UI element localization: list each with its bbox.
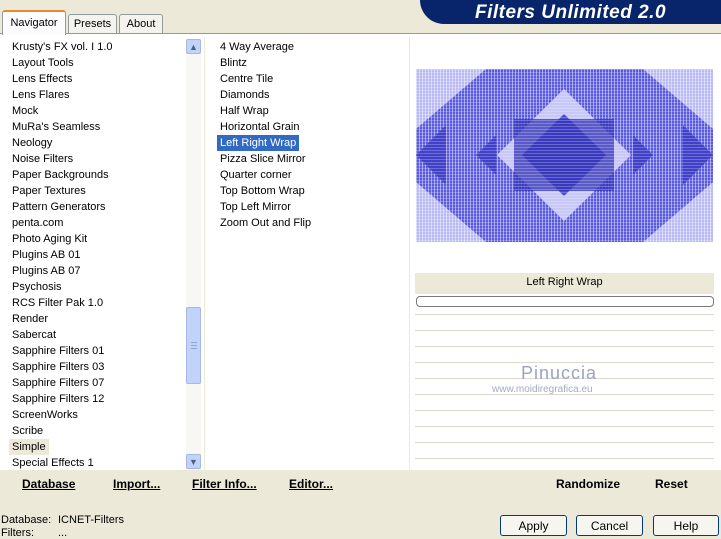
category-item[interactable]: Simple bbox=[9, 439, 49, 455]
parameter-row bbox=[415, 346, 714, 359]
parameter-row bbox=[415, 426, 714, 439]
filter-item[interactable]: Horizontal Grain bbox=[217, 119, 302, 135]
reset-button[interactable]: Reset bbox=[655, 477, 688, 491]
category-item[interactable]: ScreenWorks bbox=[9, 407, 81, 423]
filter-info-button[interactable]: Filter Info... bbox=[192, 477, 257, 491]
category-item[interactable]: Krusty's FX vol. I 1.0 bbox=[9, 39, 116, 55]
status-filters-value: ... bbox=[58, 527, 68, 539]
category-item[interactable]: Mock bbox=[9, 103, 41, 119]
category-item[interactable]: Sapphire Filters 01 bbox=[9, 343, 107, 359]
filter-item[interactable]: Pizza Slice Mirror bbox=[217, 151, 309, 167]
watermark-url: www.moidiregrafica.eu bbox=[492, 384, 593, 395]
filter-preview-image bbox=[416, 69, 713, 242]
tab-presets[interactable]: Presets bbox=[68, 14, 117, 33]
filter-list[interactable]: 4 Way Average Blintz Centre Tile Diamonds Ha… bbox=[217, 38, 405, 238]
filter-item[interactable]: 4 Way Average bbox=[217, 39, 297, 55]
list-divider bbox=[409, 37, 410, 470]
category-item[interactable]: Paper Textures bbox=[9, 183, 89, 199]
category-item[interactable]: Scribe bbox=[9, 423, 46, 439]
category-item[interactable]: Render bbox=[9, 311, 51, 327]
parameter-row bbox=[415, 394, 714, 407]
filter-item[interactable]: Diamonds bbox=[217, 87, 273, 103]
banner-title: Filters Unlimited 2.0 bbox=[474, 2, 667, 23]
filter-item[interactable]: Half Wrap bbox=[217, 103, 272, 119]
parameter-row bbox=[415, 442, 714, 455]
filter-item[interactable]: Top Left Mirror bbox=[217, 199, 294, 215]
database-button[interactable]: Database bbox=[22, 477, 75, 491]
category-item[interactable]: Sapphire Filters 07 bbox=[9, 375, 107, 391]
category-item[interactable]: RCS Filter Pak 1.0 bbox=[9, 295, 106, 311]
status-database-label: Database: bbox=[1, 514, 52, 526]
filter-item[interactable]: Top Bottom Wrap bbox=[217, 183, 308, 199]
category-item[interactable]: Neology bbox=[9, 135, 55, 151]
apply-button[interactable]: Apply bbox=[500, 515, 567, 536]
parameter-row bbox=[415, 330, 714, 343]
filter-item[interactable]: Blintz bbox=[217, 55, 250, 71]
category-item[interactable]: Paper Backgrounds bbox=[9, 167, 112, 183]
randomize-button[interactable]: Randomize bbox=[556, 477, 620, 491]
list-divider bbox=[204, 37, 205, 470]
category-item[interactable]: Lens Effects bbox=[9, 71, 75, 87]
scrollbar-thumb[interactable] bbox=[186, 307, 201, 384]
watermark-name: Pinuccia bbox=[521, 363, 598, 383]
category-item[interactable]: Plugins AB 01 bbox=[9, 247, 84, 263]
category-item[interactable]: Noise Filters bbox=[9, 151, 76, 167]
category-item[interactable]: Photo Aging Kit bbox=[9, 231, 90, 247]
category-item[interactable]: Pattern Generators bbox=[9, 199, 109, 215]
filter-item[interactable]: Zoom Out and Flip bbox=[217, 215, 314, 231]
category-item[interactable]: Sapphire Filters 12 bbox=[9, 391, 107, 407]
filter-item[interactable]: Left Right Wrap bbox=[217, 135, 300, 151]
filter-item[interactable]: Quarter corner bbox=[217, 167, 295, 183]
help-button[interactable]: Help bbox=[653, 515, 719, 536]
category-item[interactable]: Layout Tools bbox=[9, 55, 77, 71]
import-button[interactable]: Import... bbox=[113, 477, 160, 491]
tab-about[interactable]: About bbox=[119, 14, 163, 33]
category-item[interactable]: Special Effects 1 bbox=[9, 455, 97, 470]
status-filters-label: Filters: bbox=[1, 527, 34, 539]
category-scrollbar[interactable]: ▲ ▼ bbox=[186, 39, 201, 470]
tab-navigator[interactable]: Navigator bbox=[2, 10, 66, 35]
category-item[interactable]: Psychosis bbox=[9, 279, 65, 295]
parameter-row bbox=[415, 314, 714, 327]
progress-bar bbox=[416, 296, 714, 307]
preview-filter-name: Left Right Wrap bbox=[526, 276, 603, 288]
category-item[interactable]: Sabercat bbox=[9, 327, 59, 343]
category-item[interactable]: Lens Flares bbox=[9, 87, 72, 103]
cancel-button[interactable]: Cancel bbox=[576, 515, 643, 536]
category-item[interactable]: MuRa's Seamless bbox=[9, 119, 103, 135]
category-item[interactable]: penta.com bbox=[9, 215, 66, 231]
category-item[interactable]: Sapphire Filters 03 bbox=[9, 359, 107, 375]
filter-item[interactable]: Centre Tile bbox=[217, 71, 276, 87]
category-item[interactable]: Plugins AB 07 bbox=[9, 263, 84, 279]
category-list[interactable]: Krusty's FX vol. I 1.0 Layout Tools Lens E… bbox=[9, 38, 186, 470]
parameter-row bbox=[415, 410, 714, 423]
title-banner: Filters Unlimited 2.0 bbox=[420, 0, 721, 24]
chevron-down-icon[interactable]: ▼ bbox=[186, 454, 201, 469]
status-database-value: ICNET-Filters bbox=[58, 514, 124, 526]
editor-button[interactable]: Editor... bbox=[289, 477, 333, 491]
chevron-up-icon[interactable]: ▲ bbox=[186, 39, 201, 54]
